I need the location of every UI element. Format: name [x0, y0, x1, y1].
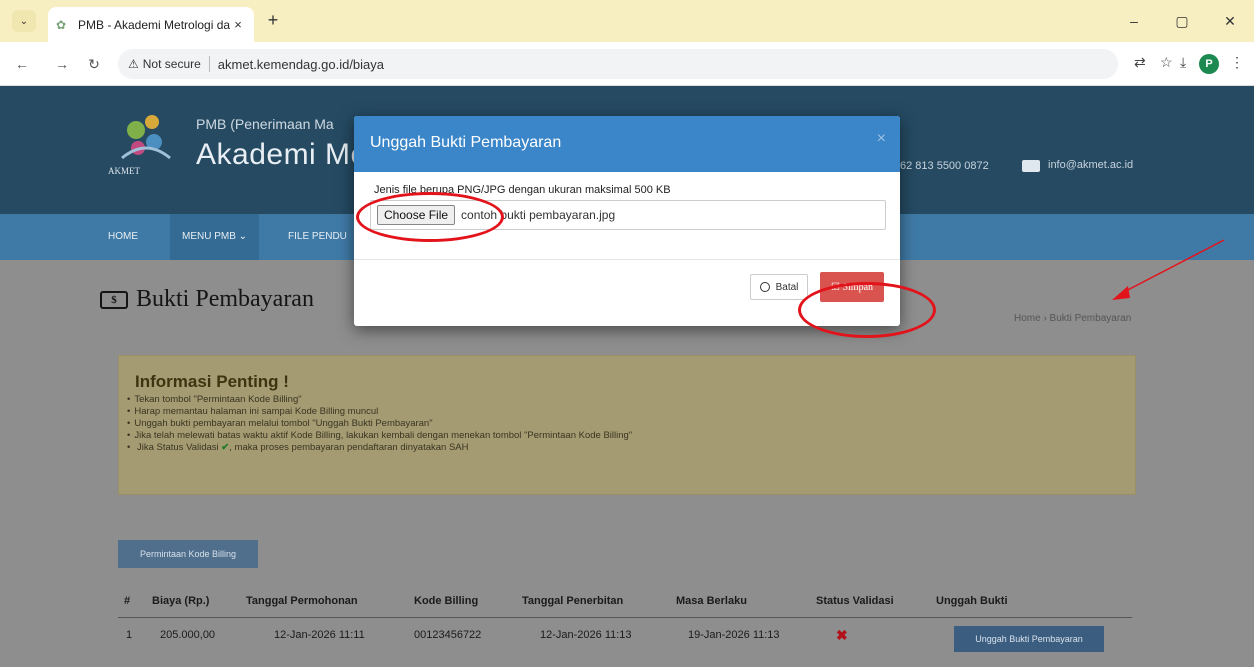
- url-text[interactable]: akmet.kemendag.go.id/biaya: [218, 57, 384, 72]
- translate-icon[interactable]: ⇄: [1134, 54, 1146, 71]
- cancel-circle-icon: [759, 282, 770, 292]
- status-invalid-icon: ✖: [836, 627, 848, 643]
- page-title-text: Bukti Pembayaran: [136, 286, 314, 312]
- header-email[interactable]: info@akmet.ac.id: [1048, 159, 1133, 171]
- modal-header: Unggah Bukti Pembayaran ×: [354, 116, 900, 172]
- tab-close-icon[interactable]: ×: [230, 17, 246, 32]
- column-header: Kode Billing: [414, 595, 479, 607]
- modal-title: Unggah Bukti Pembayaran: [370, 134, 562, 151]
- info-item: Jika telah melewati batas waktu aktif Ko…: [127, 430, 632, 442]
- info-item: Tekan tombol "Permintaan Kode Billing": [127, 394, 632, 406]
- cell-tanggal-permohonan: 12-Jan-2026 11:11: [274, 629, 365, 641]
- download-icon[interactable]: ⤓: [1180, 54, 1186, 71]
- row-number: 1: [126, 629, 133, 641]
- reload-icon[interactable]: ↻: [84, 54, 104, 74]
- info-title: Informasi Penting !: [135, 372, 289, 391]
- breadcrumb[interactable]: Home › Bukti Pembayaran: [1014, 313, 1131, 324]
- column-header: #: [124, 595, 131, 607]
- header-title: Akademi Met: [196, 138, 377, 171]
- cell-tanggal-penerbitan: 12-Jan-2026 11:13: [540, 629, 632, 641]
- site-favicon-icon: ✿: [56, 17, 67, 32]
- browser-tab-bar: ⌄ ✿ PMB - Akademi Metrologi dan × + – ▢ …: [0, 0, 1254, 42]
- browser-tab[interactable]: ✿ PMB - Akademi Metrologi dan ×: [48, 7, 254, 42]
- table-header-row: # Biaya (Rp.) Tanggal Permohonan Kode Bi…: [118, 584, 1132, 618]
- column-header: Tanggal Permohonan: [246, 595, 358, 607]
- cancel-label: Batal: [775, 281, 799, 293]
- browser-toolbar: ← → ↻ ⚠ Not secure akmet.kemendag.go.id/…: [0, 42, 1254, 86]
- header-phone: 62 813 5500 0872: [900, 160, 989, 172]
- annotation-arrow: [1112, 239, 1225, 300]
- back-arrow-icon[interactable]: ←: [12, 54, 32, 74]
- cell-biaya: 205.000,00: [160, 629, 216, 641]
- info-item: Harap memantau halaman ini sampai Kode B…: [127, 406, 632, 418]
- warning-icon: ⚠: [128, 57, 139, 71]
- column-header: Biaya (Rp.): [152, 595, 210, 607]
- upload-proof-button[interactable]: Unggah Bukti Pembayaran: [954, 626, 1104, 652]
- cancel-button[interactable]: Batal: [750, 274, 808, 300]
- divider: [208, 56, 210, 72]
- modal-close-icon[interactable]: ×: [877, 130, 886, 148]
- profile-avatar[interactable]: P: [1199, 54, 1219, 74]
- tab-title: PMB - Akademi Metrologi dan: [78, 17, 230, 32]
- nav-menu-pmb[interactable]: MENU PMB ⌄: [170, 214, 260, 260]
- column-header: Masa Berlaku: [676, 595, 747, 607]
- annotation-ellipse-save: [798, 282, 936, 338]
- window-controls: – ▢ ✕: [1110, 0, 1254, 42]
- new-tab-button[interactable]: +: [262, 10, 284, 32]
- info-item: Unggah bukti pembayaran melalui tombol "…: [127, 418, 632, 430]
- billing-table: # Biaya (Rp.) Tanggal Permohonan Kode Bi…: [118, 584, 1132, 652]
- header-subtitle: PMB (Penerimaan Ma: [196, 116, 334, 132]
- menu-kebab-icon[interactable]: ⋮: [1230, 54, 1244, 71]
- mail-icon: [1022, 160, 1040, 172]
- cell-kode-billing: 00123456722: [414, 629, 482, 641]
- info-list: Tekan tombol "Permintaan Kode Billing" H…: [127, 394, 632, 454]
- column-header: Tanggal Penerbitan: [522, 595, 624, 607]
- nav-file-pendukung[interactable]: FILE PENDU: [276, 214, 359, 260]
- table-row: 1 205.000,00 12-Jan-2026 11:11 001234567…: [118, 618, 1132, 652]
- minimize-button[interactable]: –: [1110, 0, 1158, 42]
- request-billing-button[interactable]: Permintaan Kode Billing: [118, 540, 258, 568]
- info-item-text: , maka proses pembayaran pendaftaran din…: [229, 442, 469, 453]
- maximize-button[interactable]: ▢: [1158, 0, 1206, 42]
- tab-search-dropdown[interactable]: ⌄: [12, 10, 36, 32]
- column-header: Unggah Bukti: [936, 595, 1008, 607]
- security-label[interactable]: Not secure: [143, 57, 201, 71]
- address-bar[interactable]: ⚠ Not secure akmet.kemendag.go.id/biaya: [118, 49, 1118, 79]
- page-title: $ Bukti Pembayaran: [100, 286, 314, 313]
- column-header: Status Validasi: [816, 595, 894, 607]
- bookmark-star-icon[interactable]: ☆: [1160, 54, 1173, 71]
- nav-home[interactable]: HOME: [96, 214, 150, 260]
- logo-text: AKMET: [108, 166, 140, 176]
- annotation-ellipse-choose-file: [356, 192, 504, 242]
- close-window-button[interactable]: ✕: [1206, 0, 1254, 42]
- cell-masa-berlaku: 19-Jan-2026 11:13: [688, 629, 780, 641]
- info-item: Jika Status Validasi ✔, maka proses pemb…: [127, 442, 632, 454]
- info-item-text: Jika Status Validasi: [136, 442, 219, 453]
- money-icon: $: [100, 290, 128, 309]
- info-box: Informasi Penting ! Tekan tombol "Permin…: [118, 355, 1136, 495]
- forward-arrow-icon[interactable]: →: [52, 54, 72, 74]
